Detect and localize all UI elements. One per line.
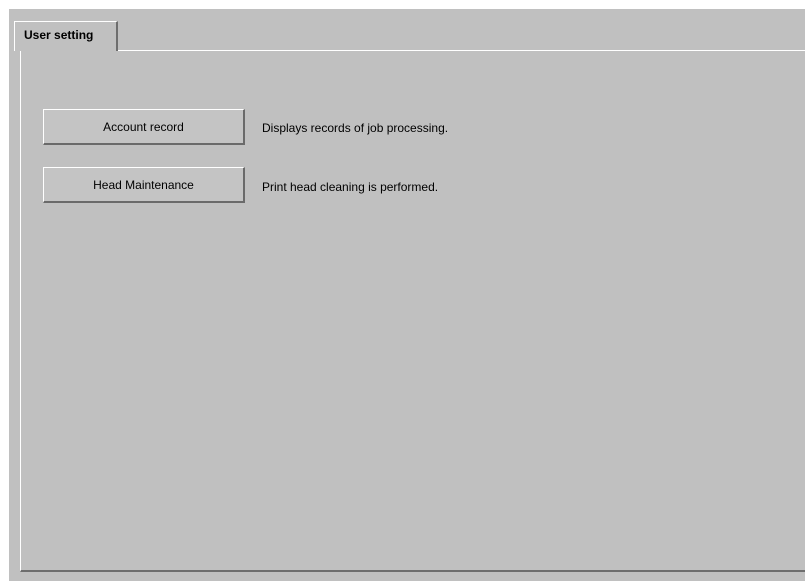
tab-user-setting[interactable]: User setting bbox=[14, 21, 118, 51]
account-record-button[interactable]: Account record bbox=[43, 109, 245, 145]
head-maintenance-button[interactable]: Head Maintenance bbox=[43, 167, 245, 203]
head-maintenance-description: Print head cleaning is performed. bbox=[262, 180, 439, 194]
tab-user-setting-label: User setting bbox=[24, 28, 94, 42]
account-record-description: Displays records of job processing. bbox=[262, 121, 449, 135]
